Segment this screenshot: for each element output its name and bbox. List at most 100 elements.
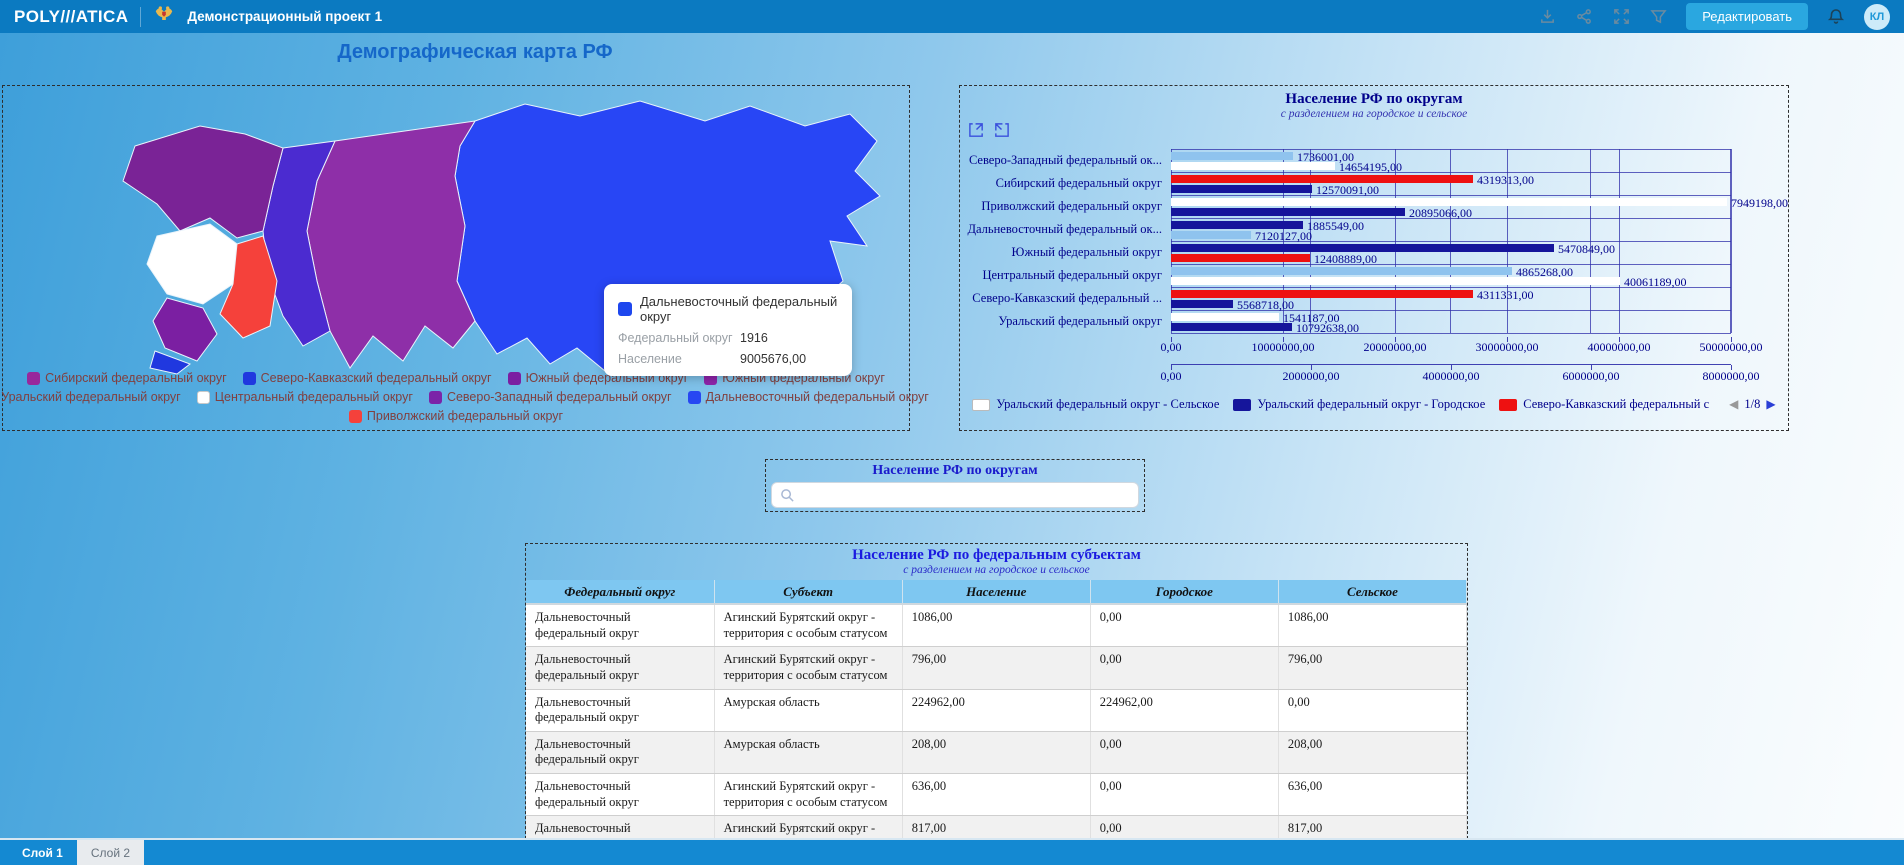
chart-bar[interactable] — [1171, 277, 1620, 285]
legend-swatch — [1499, 399, 1517, 411]
table-row[interactable]: Дальневосточный федеральный округАмурска… — [526, 689, 1467, 731]
chart-bar[interactable] — [1171, 198, 1727, 206]
table-cell: 0,00 — [1278, 689, 1466, 731]
map-legend-item[interactable]: Северо-Западный федеральный округ — [429, 388, 672, 407]
table-column-header[interactable]: Население — [902, 580, 1090, 604]
chart-legend-item[interactable]: Уральский федеральный округ - Городское — [1233, 397, 1485, 412]
table-cell: 0,00 — [1090, 647, 1278, 689]
chart-legend-item[interactable]: Уральский федеральный округ - Сельское — [972, 397, 1219, 412]
table-cell: 796,00 — [902, 647, 1090, 689]
legend-label: Дальневосточный федеральный округ — [706, 388, 929, 407]
table-cell: Дальневосточный федеральный округ — [526, 816, 714, 839]
map-legend-item[interactable]: Уральский федеральный округ — [0, 388, 181, 407]
table-cell: 224962,00 — [902, 689, 1090, 731]
chart-legend-item[interactable]: Северо-Кавказский федеральный с — [1499, 397, 1709, 412]
table-column-header[interactable]: Сельское — [1278, 580, 1466, 604]
table-cell: 817,00 — [902, 816, 1090, 839]
tab-layer-2[interactable]: Слой 2 — [77, 840, 144, 865]
filter-icon[interactable] — [1649, 8, 1667, 26]
chart-bar[interactable] — [1171, 323, 1292, 331]
map-legend-item[interactable]: Дальневосточный федеральный округ — [688, 388, 929, 407]
chart-bar-value: 4319313,00 — [1477, 174, 1534, 186]
chart-subtitle: с разделением на городское и сельское — [960, 108, 1788, 120]
legend-label: Сибирский федеральный округ — [45, 369, 227, 388]
axis-tick-label: 50000000,00 — [1700, 340, 1763, 355]
tooltip-title: Дальневосточный федеральный округ — [640, 294, 838, 324]
table-column-header[interactable]: Субъект — [714, 580, 902, 604]
share-icon[interactable] — [1575, 8, 1593, 26]
map-region-siberian[interactable] — [307, 121, 475, 368]
chart-bar[interactable] — [1171, 244, 1554, 252]
map-region-north-western[interactable] — [123, 126, 283, 238]
map-region-central[interactable] — [147, 224, 237, 304]
table-cell: Агинский Бурятский округ - территория с … — [714, 816, 902, 839]
table-row[interactable]: Дальневосточный федеральный округАгински… — [526, 816, 1467, 839]
legend-label: Северо-Кавказский федеральный с — [1523, 397, 1709, 412]
map-legend-item[interactable]: Сибирский федеральный округ — [27, 369, 227, 388]
chart-bar[interactable] — [1171, 221, 1303, 229]
chart-axis-b: 0,002000000,004000000,006000000,00800000… — [1171, 369, 1731, 383]
legend-label: Северо-Кавказский федеральный округ — [261, 369, 492, 388]
legend-swatch — [197, 391, 210, 404]
fullscreen-icon[interactable] — [1612, 8, 1630, 26]
chart-bar[interactable] — [1171, 290, 1473, 298]
chart-bar[interactable] — [1171, 152, 1293, 160]
coat-of-arms-icon — [153, 3, 175, 30]
map-legend-item[interactable]: Приволжский федеральный округ — [349, 407, 563, 426]
reset-zoom-icon[interactable] — [968, 122, 985, 139]
table-row[interactable]: Дальневосточный федеральный округАмурска… — [526, 731, 1467, 773]
undo-zoom-icon[interactable] — [993, 122, 1010, 139]
axis-tick-label: 40000000,00 — [1588, 340, 1651, 355]
edit-button[interactable]: Редактировать — [1686, 3, 1808, 30]
table-row[interactable]: Дальневосточный федеральный округАгински… — [526, 647, 1467, 689]
chart-bar[interactable] — [1171, 267, 1512, 275]
tooltip-label: Федеральный округ — [618, 331, 740, 345]
table-column-header[interactable]: Федеральный округ — [526, 580, 714, 604]
avatar[interactable]: КЛ — [1864, 4, 1890, 30]
legend-swatch — [1233, 399, 1251, 411]
chart-bar-value: 7120127,00 — [1255, 230, 1312, 242]
bell-icon[interactable] — [1827, 8, 1845, 26]
app-logo: POLY///ATICA — [14, 7, 128, 27]
chart-bar[interactable] — [1171, 231, 1251, 239]
chart-bar[interactable] — [1171, 185, 1312, 193]
map-legend-item[interactable]: Центральный федеральный округ — [197, 388, 413, 407]
search-box — [771, 482, 1139, 508]
page-title: Демографическая карта РФ — [0, 41, 950, 64]
legend-next-icon[interactable]: ▶ — [1766, 397, 1775, 412]
search-input[interactable] — [801, 488, 1130, 503]
chart-plot-area: 1736001,0014654195,004319313,0012570091,… — [1171, 149, 1731, 333]
legend-swatch — [27, 372, 40, 385]
chart-bar[interactable] — [1171, 254, 1310, 262]
legend-label: Центральный федеральный округ — [215, 388, 413, 407]
legend-prev-icon[interactable]: ◀ — [1729, 397, 1738, 412]
chart-bar-value: 12408889,00 — [1314, 253, 1377, 265]
table-title: Население РФ по федеральным субъектам — [526, 547, 1467, 564]
project-title: Демонстрационный проект 1 — [187, 9, 382, 24]
table-row[interactable]: Дальневосточный федеральный округАгински… — [526, 774, 1467, 816]
table-cell: Дальневосточный федеральный округ — [526, 774, 714, 816]
legend-label: Уральский федеральный округ — [1, 388, 181, 407]
tooltip-swatch — [618, 302, 632, 316]
chart-bar[interactable] — [1171, 300, 1233, 308]
map-region-southern[interactable] — [153, 298, 217, 361]
table-row[interactable]: Дальневосточный федеральный округАгински… — [526, 604, 1467, 647]
table-cell: 817,00 — [1278, 816, 1466, 839]
axis-tick-label: 20000000,00 — [1364, 340, 1427, 355]
map-legend-item[interactable]: Северо-Кавказский федеральный округ — [243, 369, 492, 388]
legend-label: Уральский федеральный округ - Сельское — [996, 397, 1219, 412]
download-icon[interactable] — [1538, 8, 1556, 26]
chart-bar[interactable] — [1171, 208, 1405, 216]
chart-bar[interactable] — [1171, 313, 1279, 321]
gridline — [1171, 264, 1731, 265]
chart-bar[interactable] — [1171, 175, 1473, 183]
table-cell: Дальневосточный федеральный округ — [526, 689, 714, 731]
table-column-header[interactable]: Городское — [1090, 580, 1278, 604]
axis-tick-label: 0,00 — [1161, 340, 1182, 355]
gridline — [1171, 195, 1731, 196]
table-cell: Дальневосточный федеральный округ — [526, 731, 714, 773]
tab-layer-1[interactable]: Слой 1 — [8, 840, 77, 865]
chart-bar[interactable] — [1171, 162, 1335, 170]
table-cell: Амурская область — [714, 689, 902, 731]
tooltip-row: Федеральный округ 1916 — [618, 331, 838, 345]
